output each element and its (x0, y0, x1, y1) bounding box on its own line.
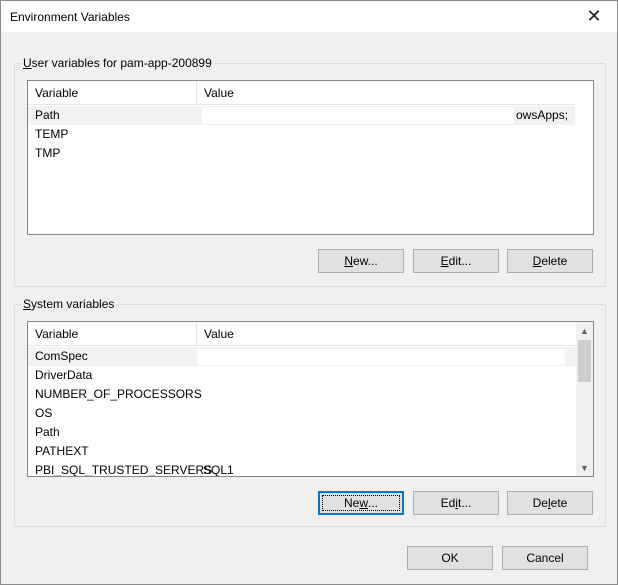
variable-name: OS (35, 406, 53, 420)
scroll-thumb[interactable] (578, 340, 591, 382)
list-item[interactable]: NUMBER_OF_PROCESSORS (28, 385, 576, 404)
user-new-button[interactable]: New... (318, 249, 404, 273)
scroll-up-icon[interactable]: ▲ (576, 322, 593, 339)
list-header: Variable Value (28, 322, 576, 346)
list-item[interactable]: Path (28, 423, 576, 442)
title-bar[interactable]: Environment Variables ✕ (1, 1, 617, 32)
close-button[interactable]: ✕ (571, 1, 617, 32)
list-item[interactable]: TEMP (28, 125, 575, 144)
list-item[interactable]: PBI_SQL_TRUSTED_SERVERS SQL1 (28, 461, 576, 477)
system-delete-button[interactable]: De l ete (507, 491, 593, 515)
list-item[interactable]: DriverData (28, 366, 576, 385)
scroll-down-icon[interactable]: ▼ (576, 459, 593, 476)
user-variables-label: User variables for pam-app-200899 (21, 56, 214, 70)
environment-variables-dialog: Environment Variables ✕ User variables f… (0, 0, 618, 585)
user-variables-list[interactable]: Variable Value Path owsApps; TEMP TMP (27, 80, 594, 235)
vertical-scrollbar[interactable]: ▲ ▼ (576, 322, 593, 476)
user-edit-button[interactable]: Edit... (413, 249, 499, 273)
cancel-button[interactable]: Cancel (502, 546, 588, 570)
list-item[interactable]: OS (28, 404, 576, 423)
close-icon: ✕ (586, 6, 602, 26)
variable-value: SQL1 (203, 463, 234, 477)
dialog-title: Environment Variables (10, 10, 130, 24)
variable-name: PBI_SQL_TRUSTED_SERVERS (35, 463, 213, 477)
list-item[interactable]: TMP (28, 144, 575, 163)
variable-name: DriverData (35, 368, 93, 382)
list-item[interactable]: Path owsApps; (28, 106, 575, 125)
variable-name: TEMP (35, 127, 69, 141)
user-delete-button[interactable]: Delete (507, 249, 593, 273)
variable-name: ComSpec (35, 349, 88, 363)
system-new-button[interactable]: Ne w... (318, 491, 404, 515)
column-header-value[interactable]: Value (196, 81, 575, 105)
column-header-variable[interactable]: Variable (28, 322, 197, 346)
list-item[interactable]: ComSpec (28, 347, 576, 366)
column-header-value[interactable]: Value (196, 322, 576, 346)
variable-name: Path (35, 108, 60, 122)
system-variables-label: System variables (21, 297, 117, 311)
variable-name: Path (35, 425, 60, 439)
column-header-variable[interactable]: Variable (28, 81, 197, 105)
system-edit-button[interactable]: Ed i t... (413, 491, 499, 515)
ok-button[interactable]: OK (407, 546, 493, 570)
variable-value: owsApps; (516, 108, 569, 122)
system-variables-list[interactable]: Variable Value ComSpec DriverData NUMBER… (27, 321, 594, 477)
variable-name: PATHEXT (35, 444, 89, 458)
list-header: Variable Value (28, 81, 575, 105)
variable-name: TMP (35, 146, 61, 160)
list-item[interactable]: PATHEXT (28, 442, 576, 461)
variable-name: NUMBER_OF_PROCESSORS (35, 387, 202, 401)
